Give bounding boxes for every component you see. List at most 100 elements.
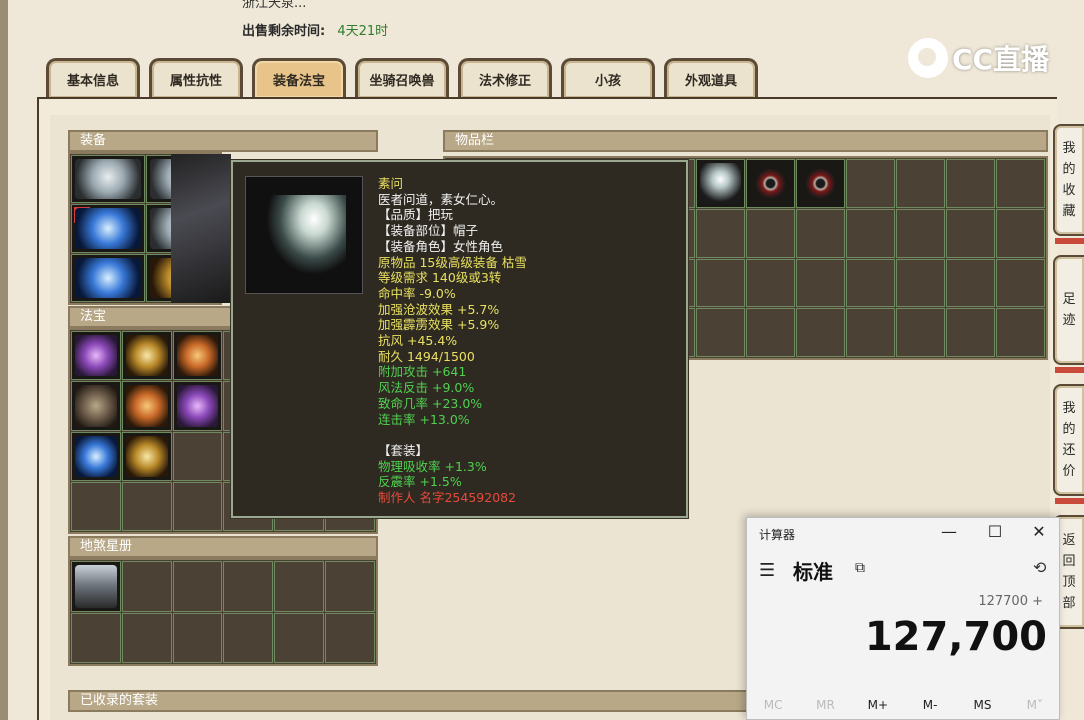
inventory-slot[interactable] [946, 308, 995, 357]
inventory-slot[interactable] [696, 159, 745, 208]
tab-spell-correction[interactable]: 法术修正 [458, 58, 552, 98]
inventory-slot[interactable] [996, 308, 1045, 357]
tab-equipment-fabao[interactable]: 装备法宝 [252, 58, 346, 98]
maximize-icon[interactable]: ☐ [983, 522, 1007, 541]
inventory-slot[interactable] [696, 208, 745, 258]
star-card-slot[interactable] [121, 561, 172, 612]
inventory-slot[interactable] [796, 308, 845, 357]
tooltip-line: 连击率 +13.0% [378, 411, 470, 427]
star-card-slot[interactable] [325, 612, 375, 663]
fabao-lantern-icon [75, 335, 117, 377]
inventory-slot[interactable] [696, 308, 745, 357]
tooltip-spacer [378, 427, 527, 443]
fabao-slot[interactable] [121, 431, 172, 481]
inventory-slot[interactable] [796, 258, 845, 308]
fabao-slot[interactable] [172, 431, 223, 481]
memory-store-button[interactable]: MS [962, 698, 1002, 712]
inventory-slot[interactable] [896, 258, 945, 308]
hamburger-menu-icon[interactable]: ☰ [759, 560, 775, 581]
calculator-expression: 127700 + [978, 594, 1043, 609]
tab-mount-summon[interactable]: 坐骑召唤兽 [355, 58, 449, 98]
tooltip-line: 【品质】把玩 [378, 207, 454, 223]
cc-live-logo: CC直播 [908, 38, 1049, 78]
inventory-slot[interactable] [996, 258, 1045, 308]
inventory-slot[interactable] [846, 208, 895, 258]
inventory-slot[interactable] [746, 159, 795, 208]
inventory-slot[interactable] [746, 258, 795, 308]
memory-subtract-button[interactable]: M- [910, 698, 950, 712]
inventory-slot[interactable] [746, 308, 795, 357]
star-card-slot[interactable] [223, 612, 274, 663]
fabao-slot[interactable] [71, 431, 121, 481]
star-card-slot[interactable] [172, 612, 223, 663]
star-card-slot[interactable] [121, 612, 172, 663]
inventory-slot[interactable] [996, 208, 1045, 258]
inventory-slot[interactable] [746, 208, 795, 258]
equipment-slot[interactable] [71, 253, 145, 302]
inventory-slot[interactable] [846, 159, 895, 208]
sale-time-label: 出售剩余时间: [242, 24, 326, 39]
sale-time-row: 出售剩余时间: 4天21时 [242, 20, 388, 39]
fabao-slot[interactable] [172, 481, 223, 531]
star-card-slot[interactable] [325, 561, 375, 612]
ring-item-icon [756, 169, 785, 198]
fabao-slot[interactable] [121, 481, 172, 531]
star-card-slot[interactable] [223, 561, 274, 612]
tooltip-line: 命中率 -9.0% [378, 285, 456, 301]
logo-text: CC直播 [952, 43, 1050, 76]
side-button-label: 足迹 [1062, 292, 1076, 328]
footprint-button[interactable]: 足迹 [1053, 255, 1084, 373]
close-icon[interactable]: ✕ [1027, 522, 1051, 541]
fabao-slot[interactable] [172, 331, 223, 381]
sale-time-value: 4天21时 [337, 24, 389, 39]
inventory-slot[interactable] [896, 308, 945, 357]
inventory-slot[interactable] [946, 258, 995, 308]
memory-clear-button[interactable]: MC [753, 698, 793, 712]
my-counteroffer-button[interactable]: 我的还价 [1053, 384, 1084, 504]
equipment-slot[interactable]: 限 [71, 204, 145, 253]
inventory-slot[interactable] [896, 208, 945, 258]
fabao-slot[interactable] [121, 331, 172, 381]
memory-recall-button[interactable]: MR [805, 698, 845, 712]
memory-add-button[interactable]: M+ [858, 698, 898, 712]
fabao-slot[interactable] [71, 331, 121, 381]
calculator-title: 计算器 [759, 528, 796, 542]
calculator-window: 计算器 — ☐ ✕ ☰ 标准 ⧉ ⟲ 127700 + 127,700 MC M… [746, 517, 1060, 720]
equipment-slot[interactable] [71, 155, 145, 204]
tab-appearance[interactable]: 外观道具 [664, 58, 758, 98]
inventory-slot[interactable] [796, 208, 845, 258]
star-card-icon [75, 565, 117, 608]
inventory-slot[interactable] [846, 258, 895, 308]
star-card-slot[interactable] [274, 612, 325, 663]
inventory-slot[interactable] [896, 159, 945, 208]
inventory-slot[interactable] [946, 159, 995, 208]
fabao-slot[interactable] [172, 381, 223, 431]
history-icon[interactable]: ⟲ [1033, 558, 1046, 577]
robe-item-icon [75, 159, 141, 200]
minimize-icon[interactable]: — [937, 522, 961, 541]
star-card-slot[interactable] [172, 561, 223, 612]
star-card-slot[interactable] [71, 612, 121, 663]
inventory-slot[interactable] [996, 159, 1045, 208]
keep-on-top-icon[interactable]: ⧉ [855, 560, 865, 576]
calculator-mode: 标准 [793, 560, 833, 584]
my-favorites-button[interactable]: 我的收藏 [1053, 124, 1084, 244]
ring-item-icon [806, 169, 835, 198]
star-card-slot[interactable] [71, 561, 121, 612]
inventory-slot[interactable] [696, 258, 745, 308]
tab-attributes[interactable]: 属性抗性 [149, 58, 243, 98]
tab-child[interactable]: 小孩 [561, 58, 655, 98]
fabao-slot[interactable] [121, 381, 172, 431]
memory-list-button[interactable]: M˅ [1015, 698, 1055, 712]
tooltip-line: 附加攻击 +641 [378, 364, 467, 380]
inventory-slot[interactable] [946, 208, 995, 258]
tooltip-line: 【套装】 [378, 442, 429, 458]
inventory-slot[interactable] [846, 308, 895, 357]
tooltip-line: 原物品 15级高级装备 枯雪 [378, 254, 527, 270]
inventory-slot[interactable] [796, 159, 845, 208]
side-divider [1055, 498, 1084, 504]
tab-basic-info[interactable]: 基本信息 [46, 58, 140, 98]
fabao-slot[interactable] [71, 481, 121, 531]
star-card-slot[interactable] [274, 561, 325, 612]
fabao-slot[interactable] [71, 381, 121, 431]
